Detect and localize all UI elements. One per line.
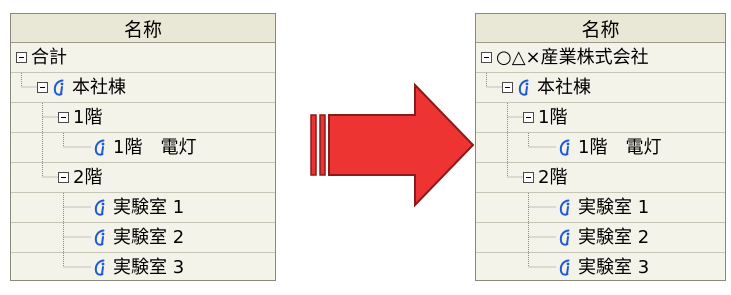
tree-node-label: 実験室 3 xyxy=(113,256,185,278)
tree-node-label: 1階 電灯 xyxy=(113,136,197,158)
tree-connector-lines xyxy=(507,103,523,133)
tree-row[interactable]: 実験室 2 xyxy=(476,223,725,253)
tree-node[interactable]: 実験室 3 xyxy=(558,253,650,280)
tree-node-label: 2階 xyxy=(73,166,103,188)
tree-row[interactable]: 実験室 3 xyxy=(476,253,725,280)
column-header-name[interactable]: 名称 xyxy=(476,14,725,43)
info-icon xyxy=(518,79,529,96)
tree-node-label: 本社棟 xyxy=(537,76,591,98)
tree-connector-lines xyxy=(42,103,58,133)
minus-box-icon[interactable] xyxy=(16,52,27,63)
tree-panel-before: 名称 合計 本社棟 1階 1階 電灯 2階 実験室 1 実験室 2 実験室 3 xyxy=(10,13,276,281)
tree-row[interactable]: 本社棟 xyxy=(11,73,275,103)
tree-node[interactable]: 1階 xyxy=(523,103,567,132)
tree-node[interactable]: 1階 電灯 xyxy=(558,133,661,162)
tree-rows: ○△×産業株式会社本社棟 1階 1階 電灯 2階 実験室 1 実験室 2 実験室 3 xyxy=(476,43,725,280)
minus-box-icon[interactable] xyxy=(502,82,513,93)
info-icon xyxy=(94,139,105,156)
tree-node-label: 実験室 2 xyxy=(578,226,650,248)
tree-rows: 合計 本社棟 1階 1階 電灯 2階 実験室 1 実験室 2 実験室 3 xyxy=(11,43,275,280)
tree-node[interactable]: 本社棟 xyxy=(502,73,591,102)
tree-node[interactable]: 1階 xyxy=(58,103,102,132)
tree-node-label: 本社棟 xyxy=(72,76,126,98)
tree-node[interactable]: 実験室 3 xyxy=(93,253,185,280)
tree-connector-lines xyxy=(42,163,58,178)
column-header-name[interactable]: 名称 xyxy=(11,14,275,43)
tree-node-label: 実験室 2 xyxy=(113,226,185,248)
tree-node-label: 1階 xyxy=(73,106,103,128)
minus-box-icon[interactable] xyxy=(523,112,534,123)
tree-node-label: ○△×産業株式会社 xyxy=(496,46,649,68)
tree-row[interactable]: 実験室 3 xyxy=(11,253,275,280)
tree-node-label: 1階 電灯 xyxy=(578,136,662,158)
tree-node-label: 実験室 1 xyxy=(578,196,650,218)
info-icon xyxy=(559,139,570,156)
minus-box-icon[interactable] xyxy=(58,112,69,123)
tree-row[interactable]: 1階 電灯 xyxy=(476,133,725,163)
tree-node[interactable]: 実験室 1 xyxy=(93,193,184,222)
info-icon xyxy=(559,259,570,276)
tree-node[interactable]: ○△×産業株式会社 xyxy=(481,43,649,72)
tree-row[interactable]: 合計 xyxy=(11,43,275,73)
info-icon xyxy=(94,259,105,276)
tree-node[interactable]: 本社棟 xyxy=(37,73,126,102)
minus-box-icon[interactable] xyxy=(58,172,69,183)
info-icon xyxy=(53,79,64,96)
tree-node[interactable]: 実験室 1 xyxy=(558,193,649,222)
tree-node[interactable]: 1階 電灯 xyxy=(93,133,196,162)
tree-connector-lines xyxy=(507,163,523,178)
right-arrow-icon xyxy=(310,82,475,208)
minus-box-icon[interactable] xyxy=(481,52,492,63)
minus-box-icon[interactable] xyxy=(523,172,534,183)
info-icon xyxy=(559,229,570,246)
tree-node[interactable]: 実験室 2 xyxy=(93,223,184,252)
tree-node[interactable]: 2階 xyxy=(58,163,102,192)
column-header-label: 名称 xyxy=(581,18,620,41)
tree-row[interactable]: 1階 xyxy=(11,103,275,133)
tree-row[interactable]: 1階 電灯 xyxy=(11,133,275,163)
tree-node[interactable]: 実験室 2 xyxy=(558,223,649,252)
tree-node-label: 合計 xyxy=(31,46,67,68)
column-header-label: 名称 xyxy=(123,18,162,41)
tree-node[interactable]: 2階 xyxy=(523,163,567,192)
tree-node-label: 実験室 3 xyxy=(578,256,650,278)
tree-row[interactable]: 実験室 1 xyxy=(476,193,725,223)
tree-row[interactable]: ○△×産業株式会社 xyxy=(476,43,725,73)
tree-row[interactable]: 本社棟 xyxy=(476,73,725,103)
info-icon xyxy=(94,229,105,246)
transform-arrow xyxy=(305,60,475,230)
tree-row[interactable]: 2階 xyxy=(476,163,725,193)
minus-box-icon[interactable] xyxy=(37,82,48,93)
tree-row[interactable]: 実験室 2 xyxy=(11,223,275,253)
tree-node-label: 実験室 1 xyxy=(113,196,185,218)
tree-row[interactable]: 1階 xyxy=(476,103,725,133)
tree-row[interactable]: 実験室 1 xyxy=(11,193,275,223)
tree-node-label: 2階 xyxy=(538,166,568,188)
tree-node-label: 1階 xyxy=(538,106,568,128)
tree-panel-after: 名称 ○△×産業株式会社本社棟 1階 1階 電灯 2階 実験室 1 実験室 2 実験室 3 xyxy=(475,13,726,281)
tree-node[interactable]: 合計 xyxy=(16,43,67,72)
info-icon xyxy=(94,199,105,216)
info-icon xyxy=(559,199,570,216)
tree-row[interactable]: 2階 xyxy=(11,163,275,193)
